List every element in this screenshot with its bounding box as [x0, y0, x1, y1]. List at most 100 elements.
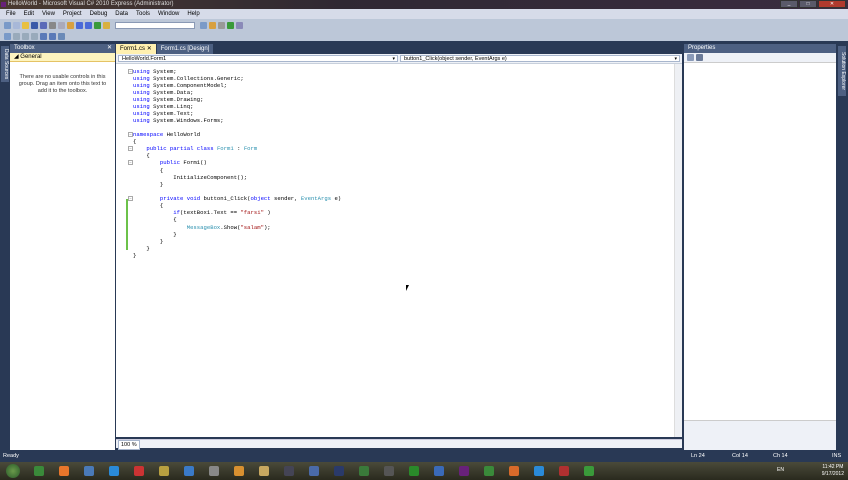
save-all-icon[interactable]	[40, 21, 47, 29]
object-browser-icon[interactable]	[227, 21, 234, 29]
word-completion-icon[interactable]	[31, 32, 38, 40]
taskbar-app-button[interactable]	[203, 463, 225, 479]
copy-icon[interactable]	[58, 21, 65, 29]
start-debugging-icon[interactable]	[94, 21, 101, 29]
find-combo[interactable]	[115, 21, 195, 29]
taskbar-app-button[interactable]	[378, 463, 400, 479]
taskbar-app-button[interactable]	[53, 463, 75, 479]
taskbar-app-button[interactable]	[78, 463, 100, 479]
taskbar-app-button[interactable]	[503, 463, 525, 479]
code-line: using System.Data;	[133, 89, 193, 96]
taskbar-app-button[interactable]	[153, 463, 175, 479]
code-line: InitializeComponent();	[133, 174, 247, 181]
code-line: {	[133, 216, 176, 223]
code-token: HelloWorld	[163, 131, 201, 138]
taskbar-app-button[interactable]	[428, 463, 450, 479]
taskbar-app-button[interactable]	[228, 463, 250, 479]
taskbar-app-button[interactable]	[453, 463, 475, 479]
app-icon	[134, 466, 144, 476]
code-token: using	[133, 96, 150, 103]
maximize-button[interactable]: □	[799, 0, 817, 8]
minimize-button[interactable]: _	[780, 0, 798, 8]
close-icon[interactable]: ✕	[147, 46, 152, 52]
undo-icon[interactable]	[76, 21, 83, 29]
data-sources-tab[interactable]: Data Sources	[1, 46, 9, 82]
collapse-outline-icon[interactable]: −	[128, 196, 133, 201]
code-line: using System.ComponentModel;	[133, 82, 227, 89]
taskbar-app-button[interactable]	[403, 463, 425, 479]
taskbar-app-button[interactable]	[328, 463, 350, 479]
close-button[interactable]: ✕	[818, 0, 846, 8]
clock-date[interactable]: 9/17/2012	[822, 471, 844, 478]
extension-icon[interactable]	[236, 21, 243, 29]
collapse-outline-icon[interactable]: −	[128, 160, 133, 165]
taskbar-app-button[interactable]	[178, 463, 200, 479]
taskbar-app-button[interactable]	[553, 463, 575, 479]
solution-explorer-tab[interactable]: Solution Explorer	[838, 46, 846, 96]
app-icon	[359, 466, 369, 476]
menu-debug[interactable]: Debug	[86, 9, 112, 19]
members-icon[interactable]	[4, 32, 11, 40]
taskbar-app-button[interactable]	[528, 463, 550, 479]
member-selector[interactable]: button1_Click(object sender, EventArgs e…	[400, 55, 680, 62]
menu-tools[interactable]: Tools	[132, 9, 154, 19]
tab-form1-cs[interactable]: Form1.cs ✕	[116, 44, 156, 54]
chevron-down-icon: ▾	[674, 56, 677, 62]
cut-icon[interactable]	[49, 21, 56, 29]
solution-explorer-icon[interactable]	[200, 21, 207, 29]
toolbox-group-general[interactable]: ◢ General	[10, 53, 115, 62]
paste-icon[interactable]	[67, 21, 74, 29]
app-icon	[409, 466, 419, 476]
collapse-outline-icon[interactable]: −	[128, 146, 133, 151]
code-area[interactable]: using System; using System.Collections.Ge…	[116, 64, 674, 437]
properties-icon[interactable]	[209, 21, 216, 29]
alphabetical-icon[interactable]	[696, 54, 703, 61]
properties-panel: Properties	[684, 44, 836, 450]
toolbox-icon[interactable]	[218, 21, 225, 29]
clock-time[interactable]: 11:42 PM	[822, 464, 844, 471]
menu-project[interactable]: Project	[59, 9, 86, 19]
properties-title: Properties	[688, 45, 716, 51]
menu-data[interactable]: Data	[111, 9, 132, 19]
taskbar-app-button[interactable]	[278, 463, 300, 479]
find-icon[interactable]	[103, 21, 110, 29]
taskbar-app-button[interactable]	[128, 463, 150, 479]
vertical-scrollbar[interactable]	[674, 64, 682, 437]
comment-icon[interactable]	[58, 32, 65, 40]
categorized-icon[interactable]	[687, 54, 694, 61]
taskbar-app-button[interactable]	[303, 463, 325, 479]
tab-form1-design[interactable]: Form1.cs [Design]	[156, 44, 214, 54]
language-indicator[interactable]: EN	[777, 467, 784, 474]
menu-help[interactable]: Help	[183, 9, 203, 19]
taskbar-app-button[interactable]	[253, 463, 275, 479]
code-token: using	[133, 89, 150, 96]
start-button[interactable]	[2, 463, 24, 479]
save-icon[interactable]	[31, 21, 38, 29]
outdent-icon[interactable]	[40, 32, 47, 40]
horizontal-scrollbar[interactable]: 100 %	[116, 439, 682, 450]
indent-icon[interactable]	[49, 32, 56, 40]
menu-view[interactable]: View	[38, 9, 59, 19]
taskbar-app-button[interactable]	[353, 463, 375, 479]
open-file-icon[interactable]	[22, 21, 29, 29]
zoom-level[interactable]: 100 %	[118, 440, 140, 450]
menu-edit[interactable]: Edit	[20, 9, 38, 19]
type-selector[interactable]: HelloWorld.Form1 ▾	[118, 55, 398, 62]
parameter-info-icon[interactable]	[13, 32, 20, 40]
menu-file[interactable]: File	[2, 9, 20, 19]
code-token: if	[133, 209, 180, 216]
close-icon[interactable]: ✕	[107, 44, 112, 53]
code-line: using System.Text;	[133, 110, 193, 117]
taskbar-app-button[interactable]	[103, 463, 125, 479]
taskbar-app-button[interactable]	[28, 463, 50, 479]
taskbar-app-button[interactable]	[578, 463, 600, 479]
collapse-outline-icon[interactable]: −	[128, 132, 133, 137]
redo-icon[interactable]	[85, 21, 92, 29]
taskbar-app-button[interactable]	[478, 463, 500, 479]
add-item-icon[interactable]	[13, 21, 20, 29]
new-project-icon[interactable]	[4, 21, 11, 29]
collapse-outline-icon[interactable]: −	[128, 69, 133, 74]
quick-info-icon[interactable]	[22, 32, 29, 40]
code-token: MessageBox	[186, 224, 221, 231]
menu-window[interactable]: Window	[154, 9, 183, 19]
